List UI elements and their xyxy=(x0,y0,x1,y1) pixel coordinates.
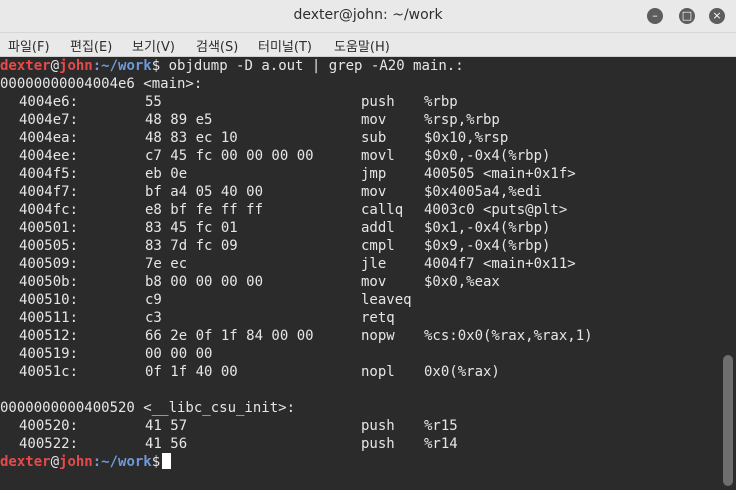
row-operands: $0x10,%rsp xyxy=(424,130,509,146)
row-operands: %rsp,%rbp xyxy=(424,112,500,128)
row-opcode: push xyxy=(361,436,395,452)
scrollbar-thumb[interactable] xyxy=(723,355,733,486)
menu-bar: 파일(F) 편집(E) 보기(V) 검색(S) 터미널(T) 도움말(H) xyxy=(0,33,736,57)
prompt-path: :~/work xyxy=(92,454,152,470)
prompt-line: dexter@john:~/work$ xyxy=(0,453,172,471)
menu-view[interactable]: 보기(V) xyxy=(132,36,175,55)
maximize-button[interactable]: □ xyxy=(679,8,695,24)
close-button[interactable]: × xyxy=(709,8,725,24)
row-address: 400522: xyxy=(19,436,79,452)
row-opcode: leaveq xyxy=(361,292,412,308)
command-line: dexter@john:~/work$ objdump -D a.out | g… xyxy=(0,57,464,75)
row-bytes: eb 0e xyxy=(145,166,188,182)
row-bytes: 83 45 fc 01 xyxy=(145,220,238,236)
row-address: 400510: xyxy=(19,292,79,308)
window-title: dexter@john: ~/work xyxy=(293,7,443,23)
row-bytes: c3 xyxy=(145,310,162,326)
row-bytes: 0f 1f 40 00 xyxy=(145,364,238,380)
row-address: 400509: xyxy=(19,256,79,272)
row-address: 400505: xyxy=(19,238,79,254)
row-bytes: 41 57 xyxy=(145,418,188,434)
row-opcode: sub xyxy=(361,130,387,146)
row-address: 400511: xyxy=(19,310,79,326)
row-opcode: jmp xyxy=(361,166,387,182)
prompt-dollar: $ xyxy=(151,58,161,74)
menu-search[interactable]: 검색(S) xyxy=(196,36,238,55)
row-opcode: mov xyxy=(361,184,387,200)
text-cursor xyxy=(162,453,172,469)
prompt-dollar: $ xyxy=(151,454,161,470)
row-address: 4004ea: xyxy=(19,130,79,146)
row-opcode: callq xyxy=(361,202,404,218)
row-bytes: 66 2e 0f 1f 84 00 00 xyxy=(145,328,314,344)
row-address: 4004f7: xyxy=(19,184,79,200)
row-opcode: movl xyxy=(361,148,395,164)
row-address: 40050b: xyxy=(19,274,79,290)
row-bytes: e8 bf fe ff ff xyxy=(145,202,264,218)
prompt-host: john xyxy=(59,454,93,470)
row-opcode: addl xyxy=(361,220,395,236)
row-operands: %r15 xyxy=(424,418,458,434)
row-operands: 0x0(%rax) xyxy=(424,364,500,380)
row-bytes: 48 89 e5 xyxy=(145,112,213,128)
row-bytes: bf a4 05 40 00 xyxy=(145,184,264,200)
menu-terminal[interactable]: 터미널(T) xyxy=(258,36,312,55)
row-bytes: c7 45 fc 00 00 00 00 xyxy=(145,148,314,164)
row-bytes: c9 xyxy=(145,292,162,308)
row-operands: $0x4005a4,%edi xyxy=(424,184,543,200)
row-opcode: mov xyxy=(361,112,387,128)
row-operands: $0x0,%eax xyxy=(424,274,500,290)
row-address: 4004e6: xyxy=(19,94,79,110)
row-operands: %cs:0x0(%rax,%rax,1) xyxy=(424,328,593,344)
row-address: 400520: xyxy=(19,418,79,434)
row-address: 400519: xyxy=(19,346,79,362)
row-address: 4004ee: xyxy=(19,148,79,164)
row-bytes: 00 00 00 xyxy=(145,346,213,362)
title-bar[interactable]: dexter@john: ~/work – □ × xyxy=(0,0,736,33)
row-address: 40051c: xyxy=(19,364,79,380)
row-opcode: cmpl xyxy=(361,238,395,254)
prompt-user: dexter xyxy=(0,58,51,74)
row-opcode: nopw xyxy=(361,328,395,344)
minimize-button[interactable]: – xyxy=(647,8,663,24)
prompt-user: dexter xyxy=(0,454,51,470)
row-operands: $0x0,-0x4(%rbp) xyxy=(424,148,551,164)
row-operands: %rbp xyxy=(424,94,458,110)
menu-file[interactable]: 파일(F) xyxy=(8,36,50,55)
menu-help[interactable]: 도움말(H) xyxy=(334,36,390,55)
row-operands: 400505 <main+0x1f> xyxy=(424,166,576,182)
row-opcode: retq xyxy=(361,310,395,326)
row-operands: 4003c0 <puts@plt> xyxy=(424,202,568,218)
row-operands: %r14 xyxy=(424,436,458,452)
terminal-output[interactable]: dexter@john:~/work$ objdump -D a.out | g… xyxy=(0,57,720,490)
row-operands: $0x9,-0x4(%rbp) xyxy=(424,238,551,254)
row-bytes: 41 56 xyxy=(145,436,188,452)
row-bytes: b8 00 00 00 00 xyxy=(145,274,264,290)
row-address: 4004e7: xyxy=(19,112,79,128)
main-label: 00000000004004e6 <main>: xyxy=(0,76,203,92)
row-bytes: 7e ec xyxy=(145,256,188,272)
row-address: 400501: xyxy=(19,220,79,236)
command-text: objdump -D a.out | grep -A20 main.: xyxy=(160,58,464,74)
row-opcode: jle xyxy=(361,256,387,272)
prompt-at: @ xyxy=(50,454,60,470)
row-bytes: 83 7d fc 09 xyxy=(145,238,238,254)
row-bytes: 48 83 ec 10 xyxy=(145,130,238,146)
row-opcode: push xyxy=(361,418,395,434)
row-operands: $0x1,-0x4(%rbp) xyxy=(424,220,551,236)
row-opcode: mov xyxy=(361,274,387,290)
prompt-at: @ xyxy=(50,58,60,74)
menu-edit[interactable]: 편집(E) xyxy=(70,36,112,55)
row-operands: 4004f7 <main+0x11> xyxy=(424,256,576,272)
row-opcode: nopl xyxy=(361,364,395,380)
row-bytes: 55 xyxy=(145,94,162,110)
init-label: 0000000000400520 <__libc_csu_init>: xyxy=(0,400,296,416)
row-address: 400512: xyxy=(19,328,79,344)
row-opcode: push xyxy=(361,94,395,110)
prompt-path: :~/work xyxy=(92,58,152,74)
prompt-host: john xyxy=(59,58,93,74)
row-address: 4004f5: xyxy=(19,166,79,182)
terminal-window: dexter@john: ~/work – □ × 파일(F) 편집(E) 보기… xyxy=(0,0,736,490)
row-address: 4004fc: xyxy=(19,202,79,218)
